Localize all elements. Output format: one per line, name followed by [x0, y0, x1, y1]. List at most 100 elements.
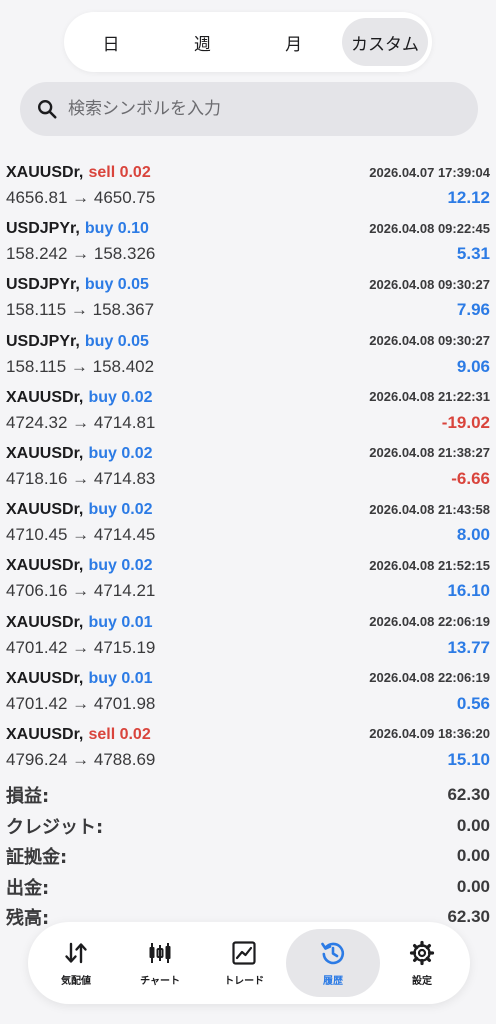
summary-value: 0.00 — [456, 815, 490, 835]
summary-row-withdrawal: 出金: 0.00 — [0, 872, 496, 903]
deal-time: 2026.04.08 22:06:19 — [369, 670, 490, 686]
deal-symbol: XAUUSDr, — [6, 164, 84, 181]
deal-row[interactable]: XAUUSDr, buy 0.01 2026.04.08 22:06:19 470… — [0, 607, 496, 663]
deal-profit: 13.77 — [447, 637, 490, 657]
deal-symbol: XAUUSDr, — [6, 444, 84, 462]
deal-time: 2026.04.09 18:36:20 — [369, 726, 490, 742]
search-icon — [38, 100, 57, 119]
deal-profit: 5.31 — [456, 244, 490, 264]
deal-side: buy 0.02 — [88, 501, 153, 519]
deal-side: buy 0.02 — [88, 388, 153, 406]
deal-symbol: XAUUSDr, — [6, 557, 84, 575]
summary-value: 62.30 — [447, 785, 490, 805]
deal-row[interactable]: XAUUSDr, buy 0.02 2026.04.08 21:52:15 470… — [0, 550, 496, 606]
deal-prices: 4701.42 → 4715.19 — [6, 637, 156, 657]
deal-row[interactable]: XAUUSDr, sell 0.02 2026.04.07 17:39:04 46… — [0, 157, 496, 213]
period-week[interactable]: 週 — [159, 18, 245, 66]
tab-history[interactable]: 履歴 — [286, 929, 380, 997]
search-input[interactable] — [68, 99, 428, 119]
deal-profit: -19.02 — [441, 412, 490, 432]
period-selector: 日 週 月 カスタム — [64, 12, 432, 72]
deal-row[interactable]: USDJPYr, buy 0.05 2026.04.08 09:30:27 158… — [0, 326, 496, 382]
tab-label: チャート — [140, 975, 181, 987]
deal-row[interactable]: USDJPYr, buy 0.05 2026.04.08 09:30:27 158… — [0, 269, 496, 325]
tab-label: 履歴 — [323, 975, 344, 987]
deal-symbol: XAUUSDr, — [6, 669, 84, 687]
deal-symbol: XAUUSDr, — [6, 501, 84, 519]
deal-profit: 7.96 — [456, 300, 490, 320]
deal-prices: 4710.45 → 4714.45 — [6, 525, 156, 545]
summary-value: 0.00 — [456, 846, 490, 866]
bottom-tab-bar: 気配値 チャート トレード 履歴 設定 — [28, 922, 470, 1004]
deal-row[interactable]: USDJPYr, buy 0.10 2026.04.08 09:22:45 158… — [0, 213, 496, 269]
deal-symbol: XAUUSDr, — [6, 388, 84, 406]
deal-side: buy 0.02 — [88, 444, 153, 462]
deal-symbol: USDJPYr, — [6, 220, 80, 238]
deal-profit: 12.12 — [447, 188, 490, 207]
deal-prices: 158.242 → 158.326 — [6, 244, 156, 264]
deal-prices: 4701.42 → 4701.98 — [6, 693, 156, 713]
deal-symbol: XAUUSDr, — [6, 725, 84, 743]
deal-side: buy 0.01 — [88, 613, 153, 631]
summary-row-profit: 損益: 62.30 — [0, 780, 496, 811]
trade-icon — [232, 940, 256, 965]
summary-value: 62.30 — [447, 907, 490, 927]
deal-profit: 8.00 — [456, 525, 490, 545]
search-bar[interactable] — [20, 82, 478, 136]
deal-row[interactable]: XAUUSDr, buy 0.02 2026.04.08 21:43:58 471… — [0, 494, 496, 550]
period-day[interactable]: 日 — [68, 18, 154, 66]
period-month[interactable]: 月 — [251, 18, 337, 66]
deal-side: buy 0.05 — [84, 332, 149, 350]
deal-prices: 4796.24 → 4788.69 — [6, 749, 156, 769]
deal-row[interactable]: XAUUSDr, buy 0.01 2026.04.08 22:06:19 470… — [0, 663, 496, 719]
tab-label: トレード — [224, 975, 265, 987]
deal-time: 2026.04.08 21:22:31 — [369, 389, 490, 405]
summary-label: 損益: — [6, 786, 50, 808]
deal-time: 2026.04.08 09:22:45 — [369, 220, 490, 236]
deal-profit: 0.56 — [456, 693, 490, 713]
deal-profit: 15.10 — [447, 749, 490, 769]
deal-side: buy 0.10 — [84, 220, 149, 238]
deal-profit: -6.66 — [451, 468, 490, 488]
deal-symbol: USDJPYr, — [6, 276, 80, 294]
deal-row[interactable]: XAUUSDr, buy 0.02 2026.04.08 21:38:27 471… — [0, 438, 496, 494]
summary-label: クレジット: — [6, 816, 104, 838]
deal-prices: 4718.16 → 4714.83 — [6, 468, 156, 488]
deal-list: XAUUSDr, sell 0.02 2026.04.07 17:39:04 46… — [0, 157, 496, 775]
deal-symbol: XAUUSDr, — [6, 613, 84, 631]
deal-side: buy 0.02 — [88, 557, 153, 575]
deal-time: 2026.04.08 21:38:27 — [369, 445, 490, 461]
period-custom[interactable]: カスタム — [341, 18, 428, 66]
deal-side: buy 0.01 — [88, 669, 153, 687]
tab-trade[interactable]: トレード — [202, 929, 286, 997]
tab-quotes[interactable]: 気配値 — [34, 929, 118, 997]
deal-prices: 4724.32 → 4714.81 — [6, 412, 156, 432]
summary-row-credit: クレジット: 0.00 — [0, 811, 496, 842]
deal-time: 2026.04.08 21:43:58 — [369, 501, 490, 517]
deal-time: 2026.04.08 09:30:27 — [369, 276, 490, 292]
deal-prices: 158.115 → 158.367 — [6, 300, 155, 320]
summary-label: 残高: — [6, 908, 50, 930]
summary-row-deposit: 証拠金: 0.00 — [0, 841, 496, 872]
deal-prices: 4656.81 → 4650.75 — [6, 188, 156, 207]
quotes-icon — [65, 942, 87, 963]
chart-icon — [149, 942, 171, 963]
summary-label: 証拠金: — [6, 847, 68, 869]
deal-time: 2026.04.08 21:52:15 — [369, 557, 490, 573]
summary-value: 0.00 — [456, 876, 490, 896]
deal-side: buy 0.05 — [84, 276, 149, 294]
deal-row[interactable]: XAUUSDr, sell 0.02 2026.04.09 18:36:20 47… — [0, 719, 496, 775]
deal-row[interactable]: XAUUSDr, buy 0.02 2026.04.08 21:22:31 472… — [0, 382, 496, 438]
deal-symbol: USDJPYr, — [6, 332, 80, 350]
tab-chart[interactable]: チャート — [118, 929, 202, 997]
tab-label: 設定 — [411, 975, 432, 987]
deal-time: 2026.04.08 22:06:19 — [369, 614, 490, 629]
tab-label: 気配値 — [61, 975, 92, 987]
tab-settings[interactable]: 設定 — [380, 929, 464, 997]
deal-prices: 158.115 → 158.402 — [6, 356, 155, 376]
summary-label: 出金: — [6, 877, 50, 899]
deal-time: 2026.04.07 17:39:04 — [369, 164, 490, 180]
deal-time: 2026.04.08 09:30:27 — [369, 333, 490, 349]
history-icon — [321, 942, 345, 964]
deal-side: sell 0.02 — [88, 725, 151, 743]
